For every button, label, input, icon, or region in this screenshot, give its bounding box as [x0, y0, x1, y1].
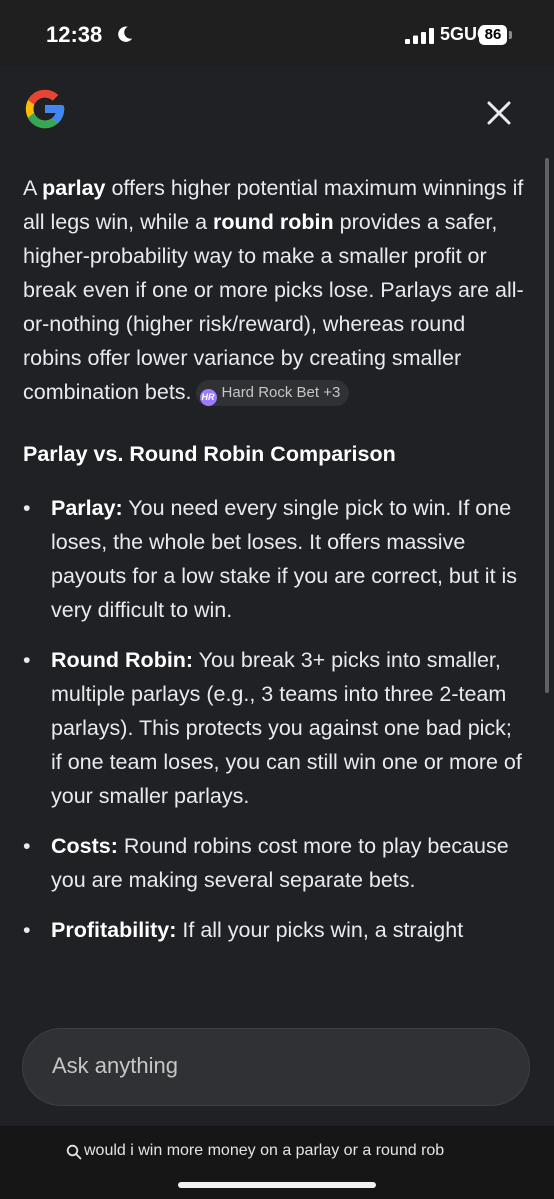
answer-content: A parlay offers higher potential maximum…: [23, 171, 528, 963]
google-logo-icon: [25, 89, 65, 129]
intro-term-round-robin: round robin: [213, 210, 334, 234]
list-item-term: Costs:: [51, 834, 118, 858]
comparison-list: Parlay: You need every single pick to wi…: [23, 491, 528, 947]
list-item-text: You break 3+ picks into smaller, multipl…: [51, 648, 522, 808]
list-item-text: Round robins cost more to play because y…: [51, 834, 509, 892]
status-bar: 12:38 5GUC 86: [0, 0, 554, 66]
hard-rock-bet-icon: HR: [199, 389, 217, 406]
ask-placeholder: Ask anything: [52, 1053, 178, 1078]
list-item: Profitability: If all your picks win, a …: [23, 913, 528, 947]
list-item-text: If all your picks win, a straight: [176, 918, 464, 942]
list-item-term: Round Robin:: [51, 648, 194, 672]
cellular-signal-icon: [405, 28, 434, 44]
list-item: Costs: Round robins cost more to play be…: [23, 829, 528, 897]
list-item-term: Profitability:: [51, 918, 177, 942]
list-item-term: Parlay:: [51, 496, 123, 520]
close-icon[interactable]: [484, 98, 514, 128]
intro-text: A: [23, 176, 43, 200]
ask-anything-input[interactable]: Ask anything: [22, 1028, 530, 1106]
ai-answer-sheet: A parlay offers higher potential maximum…: [0, 66, 554, 1126]
scrollbar[interactable]: [545, 158, 549, 693]
list-item: Parlay: You need every single pick to wi…: [23, 491, 528, 627]
intro-term-parlay: parlay: [42, 176, 106, 200]
search-query-bar[interactable]: would i win more money on a parlay or a …: [0, 1126, 554, 1199]
source-chip-label: Hard Rock Bet +3: [221, 384, 341, 401]
status-time: 12:38: [46, 22, 103, 47]
moon-icon: [118, 26, 133, 42]
search-query-text: would i win more money on a parlay or a …: [84, 1142, 445, 1159]
search-icon: [66, 1144, 82, 1160]
battery-level: 86: [479, 25, 507, 45]
section-heading: Parlay vs. Round Robin Comparison: [23, 442, 396, 466]
list-item: Round Robin: You break 3+ picks into sma…: [23, 643, 528, 813]
source-chip[interactable]: HR Hard Rock Bet +3: [195, 380, 350, 406]
intro-paragraph: A parlay offers higher potential maximum…: [23, 171, 528, 409]
intro-text: provides a safer, higher-probability way…: [23, 210, 524, 404]
home-indicator[interactable]: [178, 1182, 376, 1188]
battery-tip: [509, 31, 512, 39]
